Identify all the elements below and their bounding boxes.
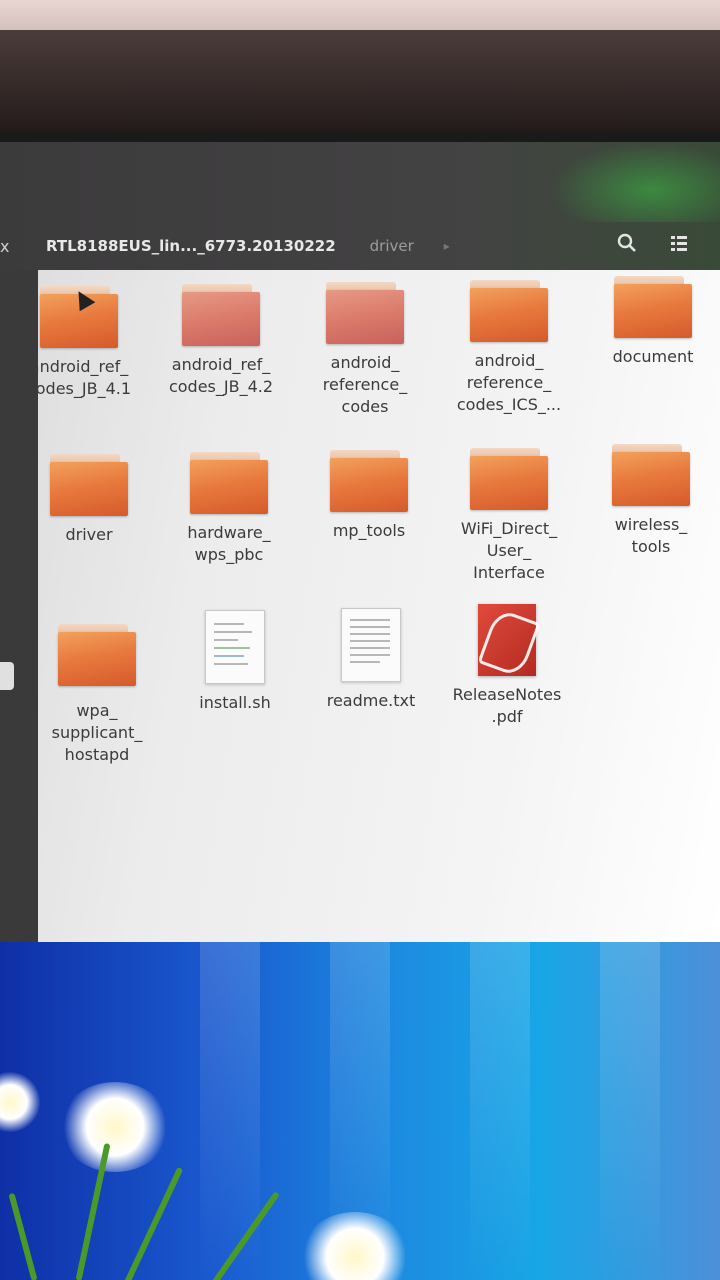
pdf-file-icon — [477, 604, 541, 679]
folder-android-reference-codes-ics[interactable]: android_ reference_ codes_ICS_... — [444, 280, 574, 416]
sidebar-edge — [0, 270, 38, 942]
folder-mp-tools[interactable]: mp_tools — [304, 450, 434, 542]
item-label: android_ref_ codes_JB_4.2 — [168, 355, 274, 396]
item-label: android_ reference_ codes — [322, 353, 408, 416]
item-label: ReleaseNotes .pdf — [452, 685, 562, 726]
folder-android-reference-codes[interactable]: android_ reference_ codes — [300, 282, 430, 418]
light-ray — [600, 942, 660, 1280]
screen-glare — [550, 142, 720, 222]
monitor-screen: x RTL8188EUS_lin..._6773.20130222 driver… — [0, 132, 720, 1280]
folder-icon — [58, 624, 136, 686]
breadcrumb: x RTL8188EUS_lin..._6773.20130222 driver… — [0, 228, 500, 264]
breadcrumb-current[interactable]: driver — [370, 237, 414, 255]
folder-hardware-wps-pbc[interactable]: hardware_ wps_pbc — [164, 452, 294, 566]
close-button[interactable]: x — [0, 237, 26, 256]
plant-stem — [122, 1166, 184, 1280]
folder-wpa-supplicant-hostapd[interactable]: wpa_ supplicant_ hostapd — [32, 624, 162, 766]
folder-icon — [614, 276, 692, 338]
folder-icon — [470, 448, 548, 510]
item-label: document — [612, 347, 694, 366]
file-readme-txt[interactable]: readme.txt — [306, 608, 436, 712]
text-file-icon — [341, 608, 401, 682]
file-install-sh[interactable]: install.sh — [170, 610, 300, 714]
folder-icon — [182, 284, 260, 346]
item-label: WiFi_Direct_ User_ Interface — [460, 519, 558, 582]
folder-wifi-direct-user-interface[interactable]: WiFi_Direct_ User_ Interface — [444, 448, 574, 584]
plant-stem — [8, 1192, 38, 1280]
item-label: wpa_ supplicant_ hostapd — [51, 701, 143, 764]
list-view-icon[interactable] — [664, 228, 694, 258]
text-file-icon — [205, 610, 265, 684]
folder-icon — [612, 444, 690, 506]
item-label: install.sh — [199, 693, 271, 712]
file-releasenotes-pdf[interactable]: ReleaseNotes .pdf — [442, 604, 572, 728]
folder-icon — [190, 452, 268, 514]
item-label: readme.txt — [326, 691, 416, 710]
sidebar-handle[interactable] — [0, 662, 14, 690]
folder-icon — [330, 450, 408, 512]
light-ray — [470, 942, 530, 1280]
file-grid: android_ref_ codes_JB_4.1 android_ref_ c… — [0, 270, 720, 942]
item-label: android_ reference_ codes_ICS_... — [456, 351, 562, 414]
folder-icon — [470, 280, 548, 342]
flower-decoration — [60, 1082, 170, 1172]
item-label: mp_tools — [332, 521, 406, 540]
folder-document[interactable]: document — [588, 276, 718, 368]
breadcrumb-arrow-icon: ▸ — [443, 239, 450, 253]
folder-android-ref-codes-jb-4-2[interactable]: android_ref_ codes_JB_4.2 — [156, 284, 286, 398]
item-label: hardware_ wps_pbc — [187, 523, 271, 564]
folder-wireless-tools[interactable]: wireless_ tools — [586, 444, 716, 558]
item-label: driver — [65, 525, 113, 544]
folder-driver[interactable]: driver — [24, 454, 154, 546]
folder-icon — [50, 454, 128, 516]
monitor-bezel — [0, 30, 720, 142]
desktop-wallpaper — [0, 942, 720, 1280]
breadcrumb-parent[interactable]: RTL8188EUS_lin..._6773.20130222 — [46, 237, 336, 255]
flower-decoration — [0, 1072, 40, 1132]
flower-decoration — [300, 1212, 410, 1280]
item-label: wireless_ tools — [614, 515, 688, 556]
search-icon[interactable] — [612, 228, 642, 258]
folder-icon — [326, 282, 404, 344]
